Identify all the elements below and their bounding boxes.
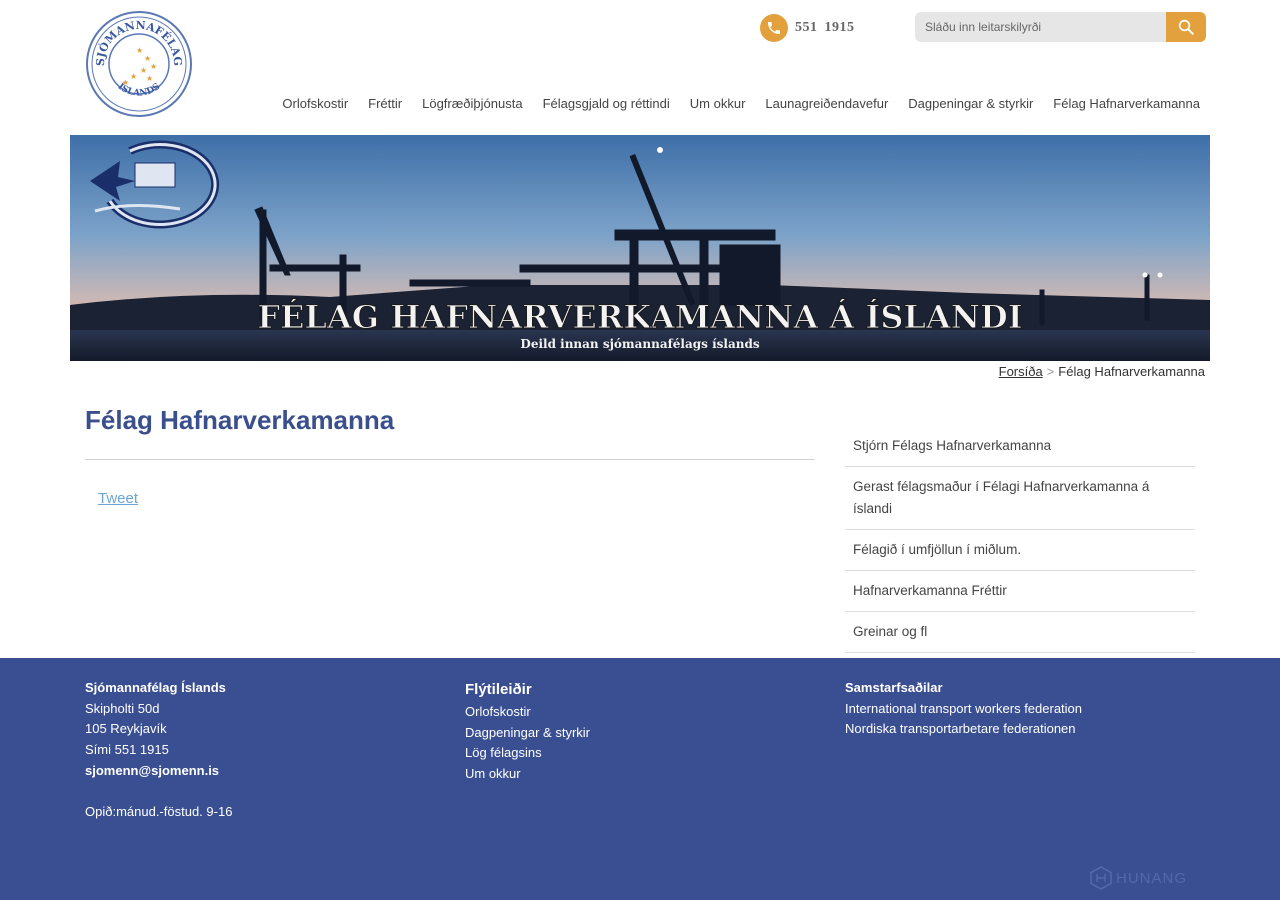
sidebar-item-umfjollun[interactable]: Félagið í umfjöllun í miðlum. xyxy=(845,530,1195,571)
nav-dagpeningar[interactable]: Dagpeningar & styrkir xyxy=(898,95,1043,115)
footer-email-link[interactable]: sjomenn@sjomenn.is xyxy=(85,761,232,782)
hunang-credit[interactable]: HUNANG xyxy=(1090,866,1187,890)
sidebar-item-gerast-felagsmadur[interactable]: Gerast félagsmaður í Félagi Hafnarverkam… xyxy=(845,467,1195,530)
sidebar-item-greinar[interactable]: Greinar og fl xyxy=(845,612,1195,653)
svg-text:★: ★ xyxy=(150,62,157,71)
breadcrumb-current: Félag Hafnarverkamanna xyxy=(1058,364,1205,379)
svg-text:★: ★ xyxy=(136,46,143,55)
sidebar-menu: Stjórn Félags Hafnarverkamanna Gerast fé… xyxy=(845,428,1195,653)
breadcrumb-home[interactable]: Forsíða xyxy=(999,364,1043,379)
banner-subtitle: Deild innan sjómannafélags íslands xyxy=(520,337,759,351)
banner-title: FÉLAG HAFNARVERKAMANNA Á ÍSLANDI xyxy=(257,298,1022,336)
footer-contact: Sjómannafélag Íslands Skipholti 50d 105 … xyxy=(85,678,232,823)
footer-partners: Samstarfsaðilar International transport … xyxy=(845,678,1082,740)
footer-hours: Opið:mánud.-föstud. 9-16 xyxy=(85,804,233,820)
search-bar xyxy=(915,12,1206,42)
footer-link-orlofskostir[interactable]: Orlofskostir xyxy=(465,702,590,723)
nav-um-okkur[interactable]: Um okkur xyxy=(680,95,756,115)
page-title: Félag Hafnarverkamanna xyxy=(85,405,395,435)
search-input[interactable] xyxy=(915,12,1166,42)
nav-logfraedithjonusta[interactable]: Lögfræðiþjónusta xyxy=(412,95,532,115)
search-icon xyxy=(1178,19,1194,35)
footer-address-line1: Skipholti 50d xyxy=(85,700,160,716)
footer-partner-itf[interactable]: International transport workers federati… xyxy=(845,699,1082,720)
site-logo[interactable]: SJÓMANNAFÉLAG ÍSLANDS ★ ★ ★ ★ ★ ★ ★ xyxy=(84,11,194,117)
svg-text:★: ★ xyxy=(122,78,129,87)
footer-link-um-okkur[interactable]: Um okkur xyxy=(465,764,590,785)
phone-number: 551 1915 xyxy=(795,20,855,35)
svg-text:★: ★ xyxy=(146,74,153,83)
hunang-hex-icon xyxy=(1090,866,1112,890)
header-phone[interactable]: 551 1915 xyxy=(760,14,855,42)
phone-icon xyxy=(760,14,788,42)
nav-felagsgjald[interactable]: Félagsgjald og réttindi xyxy=(533,95,680,115)
tweet-link[interactable]: Tweet xyxy=(98,490,138,507)
footer-org-name: Sjómannafélag Íslands xyxy=(85,680,226,695)
nav-felag-hafnarverkamanna[interactable]: Félag Hafnarverkamanna xyxy=(1043,95,1210,115)
footer-partner-nordiska[interactable]: Nordiska transportarbetare federationen xyxy=(845,719,1082,740)
hero-banner: FÉLAG HAFNARVERKAMANNA Á ÍSLANDI Deild i… xyxy=(70,135,1210,361)
breadcrumb-separator: > xyxy=(1046,364,1055,379)
breadcrumb: Forsíða > Félag Hafnarverkamanna xyxy=(999,364,1205,379)
footer-quick-links: Flýtileiðir Orlofskostir Dagpeningar & s… xyxy=(465,678,590,785)
footer-link-dagpeningar[interactable]: Dagpeningar & styrkir xyxy=(465,723,590,744)
nav-frettir[interactable]: Fréttir xyxy=(358,95,412,115)
footer-link-log-felagsins[interactable]: Lög félagsins xyxy=(465,743,590,764)
footer-quick-heading: Flýtileiðir xyxy=(465,681,532,698)
main-nav: Orlofskostir Fréttir Lögfræðiþjónusta Fé… xyxy=(274,95,1210,115)
search-button[interactable] xyxy=(1166,12,1206,42)
nav-orlofskostir[interactable]: Orlofskostir xyxy=(272,95,358,115)
footer-phone: Sími 551 1915 xyxy=(85,742,169,758)
sidebar-item-stjorn[interactable]: Stjórn Félags Hafnarverkamanna xyxy=(845,428,1195,467)
hunang-credit-text: HUNANG xyxy=(1116,869,1188,887)
footer: Sjómannafélag Íslands Skipholti 50d 105 … xyxy=(0,658,1280,900)
title-divider xyxy=(85,459,815,460)
sidebar-item-frettir[interactable]: Hafnarverkamanna Fréttir xyxy=(845,571,1195,612)
svg-text:★: ★ xyxy=(130,72,137,81)
nav-launagreidendavefur[interactable]: Launagreiðendavefur xyxy=(755,95,898,115)
footer-address-line2: 105 Reykjavík xyxy=(85,721,167,737)
footer-partners-heading: Samstarfsaðilar xyxy=(845,680,943,695)
